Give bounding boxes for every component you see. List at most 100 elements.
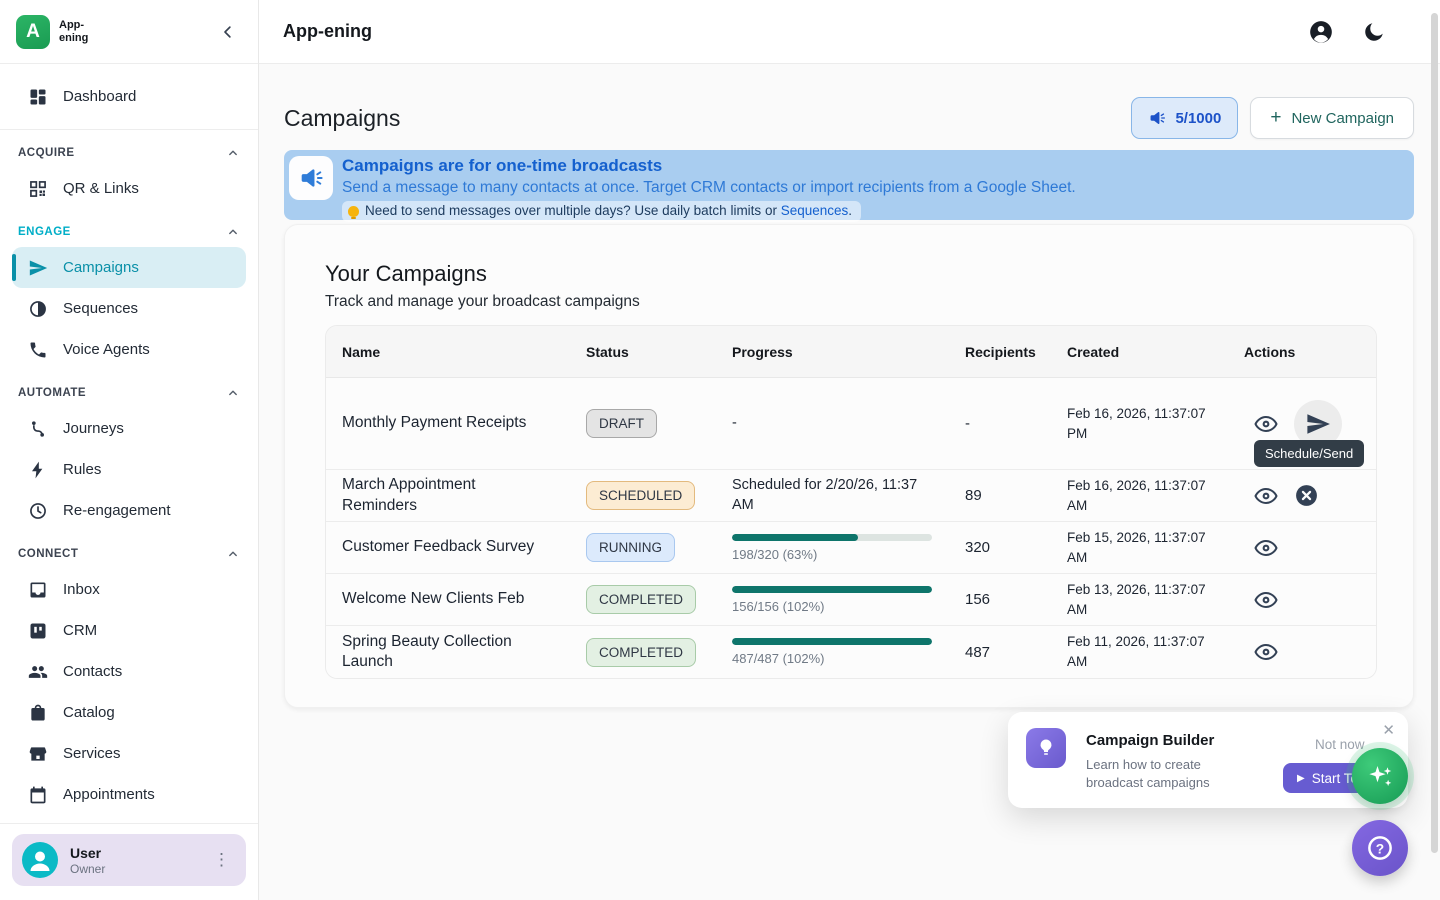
chevron-up-icon[interactable]: [226, 225, 240, 239]
chevron-up-icon[interactable]: [226, 386, 240, 400]
status-badge: DRAFT: [586, 409, 657, 438]
card-title: Your Campaigns: [325, 261, 1377, 287]
column-header-name: Name: [326, 344, 570, 360]
clock-icon: [28, 501, 48, 521]
contrast-circle-icon: [28, 299, 48, 319]
sidebar-brand-row: A App- ening: [0, 0, 258, 64]
section-acquire: ACQUIRE: [18, 146, 240, 160]
sidebar-item-label: Re-engagement: [63, 502, 171, 519]
sidebar-item-crm[interactable]: CRM: [12, 610, 246, 651]
sidebar-item-label: CRM: [63, 622, 97, 639]
people-icon: [28, 662, 48, 682]
sequences-link[interactable]: Sequences: [781, 203, 849, 218]
close-icon[interactable]: ✕: [1382, 721, 1395, 739]
status-badge: SCHEDULED: [586, 481, 695, 510]
progress-label: 198/320 (63%): [732, 547, 933, 562]
eye-icon: [1254, 484, 1278, 508]
sidebar-item-services[interactable]: Services: [12, 733, 246, 774]
recipients-count: 320: [949, 539, 1051, 556]
sidebar-item-campaigns[interactable]: Campaigns: [12, 247, 246, 288]
sidebar-item-dashboard[interactable]: Dashboard: [12, 76, 246, 117]
account-button[interactable]: [1308, 19, 1334, 45]
sidebar-item-qr-links[interactable]: QR & Links: [12, 168, 246, 209]
sidebar-item-rules[interactable]: Rules: [12, 449, 246, 490]
user-name: User: [70, 845, 207, 861]
campaign-name: Spring Beauty Collection Launch: [326, 632, 570, 673]
help-fab[interactable]: ?: [1352, 820, 1408, 876]
sidebar-item-appointments[interactable]: Appointments: [12, 774, 246, 815]
progress-bar: [732, 586, 932, 593]
view-button[interactable]: [1254, 588, 1278, 612]
view-button[interactable]: [1254, 536, 1278, 560]
sidebar-item-label: Sequences: [63, 300, 138, 317]
created-date: Feb 11, 2026, 11:37:07 AM: [1051, 632, 1228, 671]
topbar-title: App-ening: [283, 21, 1308, 42]
dark-mode-toggle[interactable]: [1362, 20, 1386, 44]
column-header-created: Created: [1051, 344, 1228, 360]
scrollbar-thumb[interactable]: [1431, 13, 1438, 853]
recipients-count: 89: [949, 487, 1051, 504]
sidebar: A App- ening Dashboard ACQUIRE: [0, 0, 259, 900]
sidebar-item-contacts[interactable]: Contacts: [12, 651, 246, 692]
chevron-up-icon[interactable]: [226, 146, 240, 160]
row-actions: [1228, 470, 1376, 521]
megaphone-icon: [1148, 109, 1166, 127]
user-meta: User Owner: [70, 845, 207, 876]
inbox-icon: [28, 580, 48, 600]
eye-icon: [1254, 588, 1278, 612]
campaign-quota-badge[interactable]: 5/1000: [1131, 97, 1238, 139]
ai-assistant-fab[interactable]: [1352, 748, 1408, 804]
popup-title: Campaign Builder: [1086, 732, 1214, 749]
sidebar-item-voice-agents[interactable]: Voice Agents: [12, 329, 246, 370]
user-menu-button[interactable]: ⋮: [207, 848, 236, 872]
table-row: March Appointment Reminders SCHEDULED Sc…: [326, 470, 1376, 522]
sidebar-item-reengagement[interactable]: Re-engagement: [12, 490, 246, 531]
sidebar-item-label: Campaigns: [63, 259, 139, 276]
view-button[interactable]: [1254, 412, 1278, 436]
progress-cell: 156/156 (102%): [716, 586, 949, 614]
brand-name: App- ening: [59, 19, 214, 44]
user-role: Owner: [70, 862, 207, 876]
dashboard-icon: [28, 87, 48, 107]
sidebar-item-inbox[interactable]: Inbox: [12, 569, 246, 610]
banner-title: Campaigns are for one-time broadcasts: [342, 155, 1404, 176]
page-header: Campaigns 5/1000 + New Campaign: [284, 97, 1414, 139]
plus-icon: +: [1270, 107, 1281, 129]
status-badge: COMPLETED: [586, 585, 696, 614]
view-button[interactable]: [1254, 640, 1278, 664]
user-circle-icon: [1308, 19, 1334, 45]
sidebar-item-label: Voice Agents: [63, 341, 150, 358]
sidebar-item-sequences[interactable]: Sequences: [12, 288, 246, 329]
chevron-up-icon[interactable]: [226, 547, 240, 561]
progress-fill: [732, 638, 932, 645]
moon-icon: [1362, 20, 1386, 44]
banner-body: Send a message to many contacts at once.…: [342, 178, 1404, 198]
phone-icon: [28, 340, 48, 360]
progress-fill: [732, 586, 932, 593]
not-now-button[interactable]: Not now: [1315, 737, 1365, 752]
kanban-icon: [28, 621, 48, 641]
sidebar-item-label: Inbox: [63, 581, 100, 598]
section-connect: CONNECT: [18, 547, 240, 561]
new-campaign-button[interactable]: + New Campaign: [1250, 97, 1414, 139]
sidebar-item-catalog[interactable]: Catalog: [12, 692, 246, 733]
sidebar-nav: Dashboard ACQUIRE QR & Links ENGAGE: [0, 64, 258, 823]
user-card[interactable]: User Owner ⋮: [12, 834, 246, 886]
view-button[interactable]: [1254, 484, 1278, 508]
send-icon: [28, 258, 48, 278]
sidebar-item-label: Appointments: [63, 786, 155, 803]
column-header-recipients: Recipients: [949, 344, 1051, 360]
table-row: Customer Feedback Survey RUNNING 198/320…: [326, 522, 1376, 574]
cancel-button[interactable]: [1294, 483, 1319, 508]
created-date: Feb 16, 2026, 11:37:07 PM: [1051, 404, 1228, 443]
sidebar-collapse-button[interactable]: [214, 18, 242, 46]
row-actions: Schedule/Send: [1228, 378, 1376, 469]
user-avatar: [22, 842, 58, 878]
progress-text: -: [716, 414, 949, 434]
progress-text: Scheduled for 2/20/26, 11:37 AM: [716, 476, 949, 515]
progress-cell: 487/487 (102%): [716, 638, 949, 666]
eye-icon: [1254, 412, 1278, 436]
progress-label: 156/156 (102%): [732, 599, 933, 614]
campaign-builder-popup: Campaign Builder Learn how to create bro…: [1008, 712, 1408, 808]
sidebar-item-journeys[interactable]: Journeys: [12, 408, 246, 449]
